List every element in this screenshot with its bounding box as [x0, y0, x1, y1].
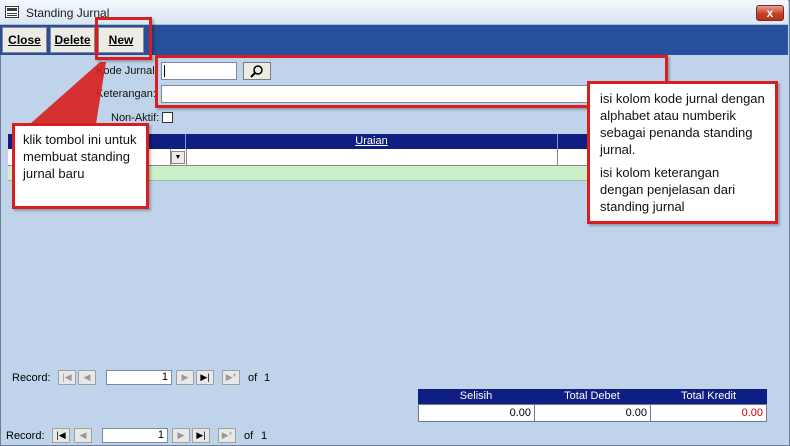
fields-callout: isi kolom kode jurnal dengan alphabet at… — [587, 81, 778, 224]
callout-kode-text: isi kolom kode jurnal dengan alphabet at… — [600, 91, 765, 157]
new-button-callout: klik tombol ini untuk membuat standing j… — [12, 123, 149, 209]
callout-keterangan-text: isi kolom keterangan dengan penjelasan d… — [600, 165, 736, 214]
new-button-highlight — [95, 17, 152, 60]
